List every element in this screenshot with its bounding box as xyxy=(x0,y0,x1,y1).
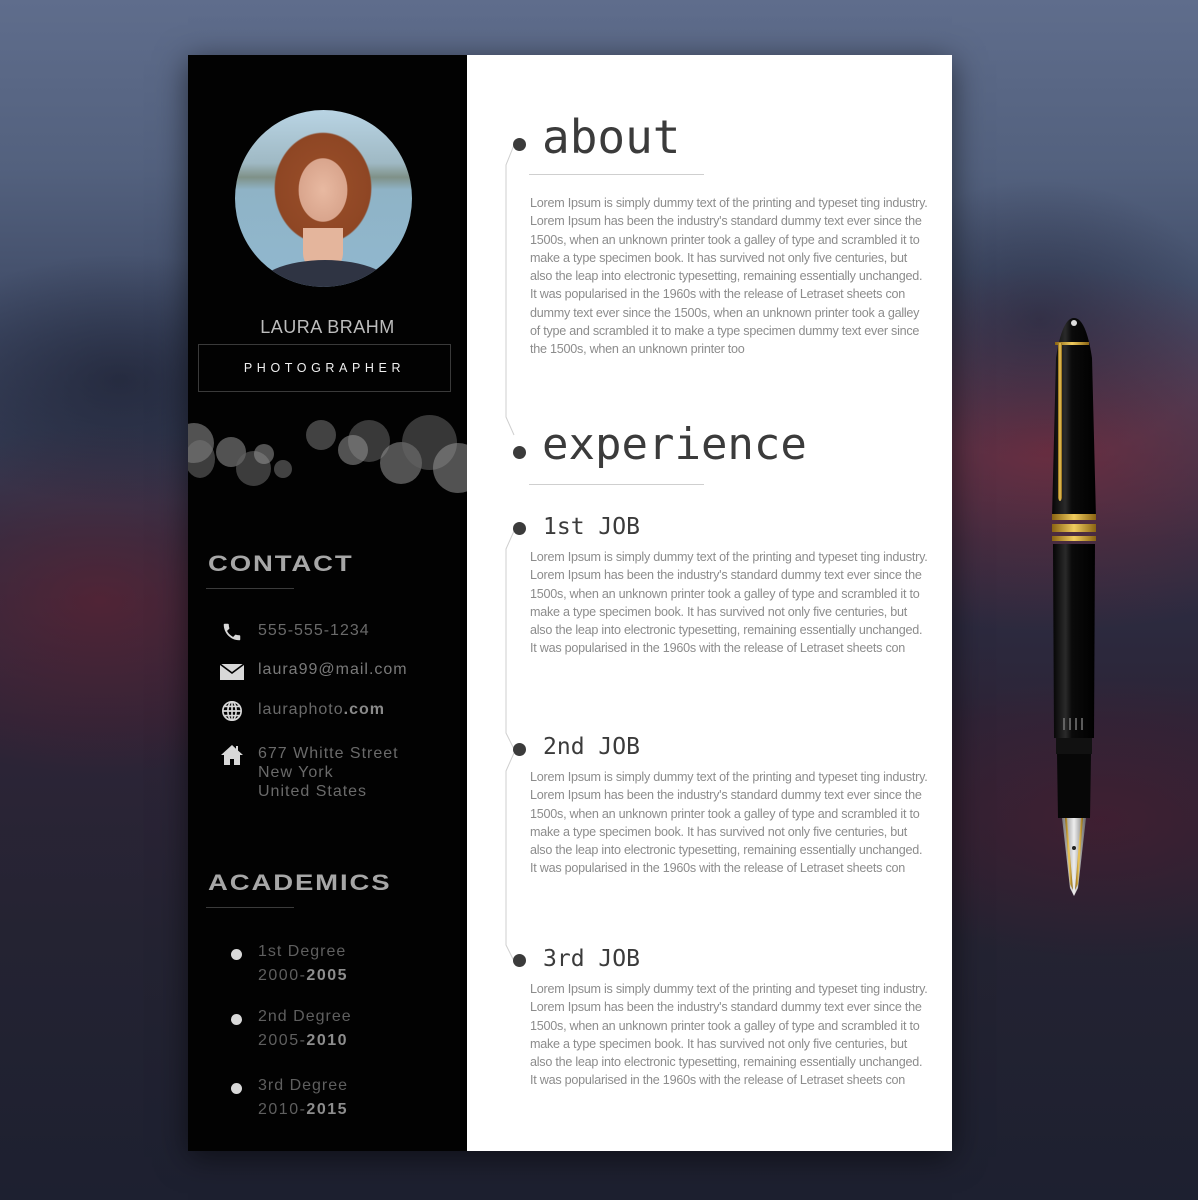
experience-heading: experience xyxy=(542,419,807,470)
degree-start: 2010- xyxy=(258,1101,307,1118)
bubble xyxy=(306,420,336,450)
profile-title: PHOTOGRAPHER xyxy=(198,344,451,392)
avatar xyxy=(235,110,412,287)
contact-email: laura99@mail.com xyxy=(220,660,408,682)
contact-divider xyxy=(206,588,294,589)
degree-years: 2000-2005 xyxy=(258,967,348,985)
website-suffix: .com xyxy=(343,701,385,718)
contact-address: 677 Whitte Street New York United States xyxy=(220,744,399,801)
about-heading: about xyxy=(542,110,681,164)
mail-icon xyxy=(220,660,244,682)
degree-label: 1st Degree xyxy=(258,943,347,960)
bullet-icon xyxy=(231,1083,242,1094)
sidebar: LAURA BRAHM PHOTOGRAPHER CONTACT 555-555… xyxy=(188,55,467,1151)
degree-years: 2010-2015 xyxy=(258,1101,348,1119)
bullet-icon xyxy=(231,949,242,960)
bubble xyxy=(274,460,292,478)
job-description: Lorem Ipsum is simply dummy text of the … xyxy=(530,550,928,656)
resume-sheet: LAURA BRAHM PHOTOGRAPHER CONTACT 555-555… xyxy=(188,55,952,1151)
degree-start: 2000- xyxy=(258,967,307,984)
bubble xyxy=(188,440,215,478)
timeline-dot xyxy=(513,522,526,535)
timeline-dot xyxy=(513,446,526,459)
timeline-dot xyxy=(513,138,526,151)
job-description: Lorem Ipsum is simply dummy text of the … xyxy=(530,770,928,876)
bubble xyxy=(338,435,368,465)
avatar-shirt xyxy=(255,260,395,287)
contact-phone: 555-555-1234 xyxy=(220,621,370,643)
email-value: laura99@mail.com xyxy=(258,661,408,678)
fountain-pen-decoration xyxy=(1052,318,1096,896)
website-prefix: lauraphoto xyxy=(258,701,344,718)
contact-website: lauraphoto.com xyxy=(220,700,385,722)
bullet-icon xyxy=(231,1014,242,1025)
main-column: about Lorem Ipsum is simply dummy text o… xyxy=(467,55,952,1151)
timeline-dot xyxy=(513,743,526,756)
globe-icon xyxy=(220,700,244,722)
job-description: Lorem Ipsum is simply dummy text of the … xyxy=(530,982,928,1088)
contact-heading: CONTACT xyxy=(208,551,354,576)
degree-end: 2015 xyxy=(306,1101,349,1118)
address-line-3: United States xyxy=(258,783,368,800)
degree-end: 2010 xyxy=(306,1032,349,1049)
academics-heading: ACADEMICS xyxy=(208,870,392,895)
timeline-dot xyxy=(513,954,526,967)
degree-end: 2005 xyxy=(306,967,349,984)
address-text: 677 Whitte Street New York United States xyxy=(258,744,399,801)
home-icon xyxy=(220,744,244,766)
about-divider xyxy=(529,174,704,175)
experience-divider xyxy=(529,484,704,485)
website-text[interactable]: lauraphoto.com xyxy=(258,700,385,719)
profile-name: LAURA BRAHM xyxy=(260,317,395,337)
job-title: 1st JOB xyxy=(543,514,640,540)
job-title: 2nd JOB xyxy=(543,734,640,760)
bubble-decoration xyxy=(188,415,467,515)
bubble xyxy=(254,444,274,464)
degree-start: 2005- xyxy=(258,1032,307,1049)
degree-label: 2nd Degree xyxy=(258,1008,352,1025)
academics-divider xyxy=(206,907,294,908)
address-line-2: New York xyxy=(258,764,334,781)
address-line-1: 677 Whitte Street xyxy=(258,745,399,762)
degree-years: 2005-2010 xyxy=(258,1032,348,1050)
phone-icon xyxy=(220,621,244,643)
timeline-line xyxy=(505,144,515,962)
job-title: 3rd JOB xyxy=(543,946,640,972)
degree-label: 3rd Degree xyxy=(258,1077,349,1094)
about-text: Lorem Ipsum is simply dummy text of the … xyxy=(530,196,928,357)
email-text[interactable]: laura99@mail.com xyxy=(258,660,408,679)
phone-text[interactable]: 555-555-1234 xyxy=(258,621,370,640)
